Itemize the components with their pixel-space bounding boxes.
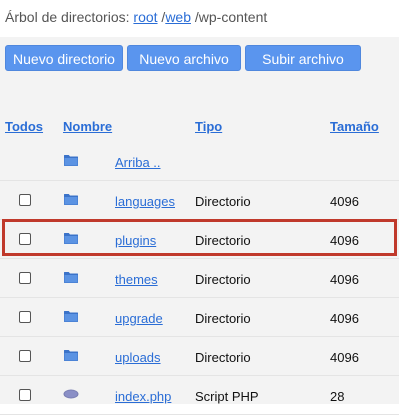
breadcrumb-web-link[interactable]: web: [165, 9, 191, 25]
folder-icon: [63, 270, 79, 284]
table-row: plugins Directorio 4096: [0, 221, 399, 259]
upload-file-button[interactable]: Subir archivo: [245, 45, 361, 71]
row-name-link[interactable]: languages: [115, 194, 175, 209]
breadcrumb-prefix: Árbol de directorios:: [5, 9, 134, 25]
breadcrumb: Árbol de directorios: root /web /wp-cont…: [5, 7, 267, 27]
row-type: Directorio: [195, 233, 251, 248]
row-checkbox[interactable]: [19, 350, 31, 362]
new-directory-button[interactable]: Nuevo directorio: [5, 45, 123, 71]
table-row: index.php Script PHP 28: [0, 377, 399, 415]
row-name-link[interactable]: Arriba ..: [115, 155, 161, 170]
row-type: Directorio: [195, 350, 251, 365]
table-row: languages Directorio 4096: [0, 182, 399, 220]
row-checkbox[interactable]: [19, 389, 31, 401]
row-size: 4096: [330, 233, 359, 248]
table-row: upgrade Directorio 4096: [0, 299, 399, 337]
row-type: Directorio: [195, 194, 251, 209]
row-type: Directorio: [195, 311, 251, 326]
table-row: themes Directorio 4096: [0, 260, 399, 298]
row-size: 4096: [330, 311, 359, 326]
sort-name-link[interactable]: Nombre: [63, 119, 112, 134]
toolbar: Nuevo directorio Nuevo archivo Subir arc…: [5, 45, 361, 71]
folder-icon: [63, 309, 79, 323]
row-name-link[interactable]: uploads: [115, 350, 161, 365]
table-header: Todos Nombre Tipo Tamaño: [0, 117, 399, 137]
folder-icon: [63, 192, 79, 206]
row-type: Script PHP: [195, 389, 259, 404]
php-file-icon: [63, 387, 79, 401]
select-all-link[interactable]: Todos: [5, 119, 43, 134]
table-row: uploads Directorio 4096: [0, 338, 399, 376]
breadcrumb-current: /wp-content: [191, 9, 268, 25]
row-checkbox[interactable]: [19, 233, 31, 245]
row-size: 4096: [330, 350, 359, 365]
row-name-link[interactable]: upgrade: [115, 311, 163, 326]
row-size: 4096: [330, 194, 359, 209]
folder-icon: [63, 153, 79, 167]
folder-icon: [63, 348, 79, 362]
row-name-link[interactable]: plugins: [115, 233, 156, 248]
row-type: Directorio: [195, 272, 251, 287]
row-name-link[interactable]: index.php: [115, 389, 171, 404]
folder-icon: [63, 231, 79, 245]
row-size: 4096: [330, 272, 359, 287]
row-checkbox[interactable]: [19, 194, 31, 206]
row-name-link[interactable]: themes: [115, 272, 158, 287]
breadcrumb-root-link[interactable]: root: [133, 9, 157, 25]
row-checkbox[interactable]: [19, 272, 31, 284]
sort-type-link[interactable]: Tipo: [195, 119, 222, 134]
table-row: Arriba ..: [0, 143, 399, 181]
new-file-button[interactable]: Nuevo archivo: [127, 45, 241, 71]
file-manager-panel: Nuevo directorio Nuevo archivo Subir arc…: [0, 37, 399, 415]
row-checkbox[interactable]: [19, 311, 31, 323]
sort-size-link[interactable]: Tamaño: [330, 119, 379, 134]
row-size: 28: [330, 389, 345, 404]
